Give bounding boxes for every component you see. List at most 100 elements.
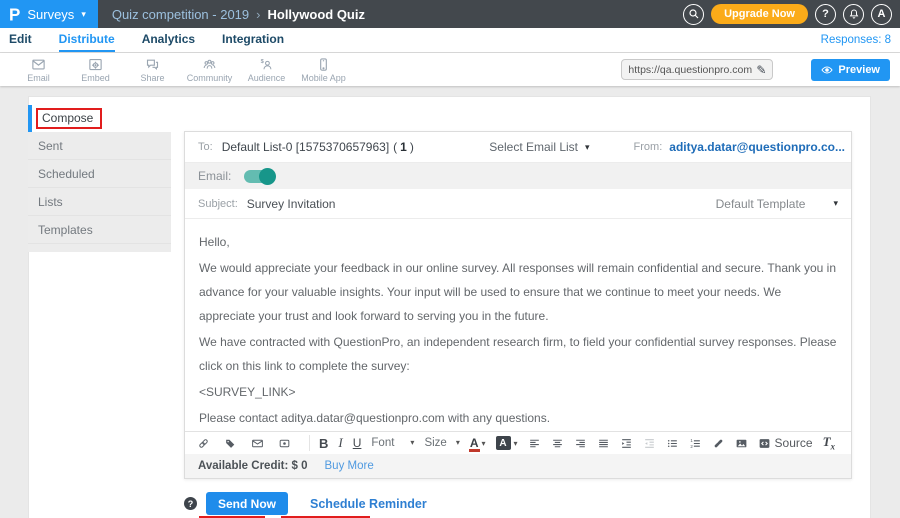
- chevron-down-icon: ▾: [585, 143, 590, 152]
- indent-increase-button[interactable]: [620, 437, 633, 450]
- numbered-list-button[interactable]: 12: [689, 437, 702, 450]
- surveys-menu-label: Surveys: [27, 7, 74, 22]
- template-dropdown[interactable]: Default Template ▾: [716, 197, 838, 211]
- merge-tag-button[interactable]: [224, 437, 237, 450]
- text-color-button[interactable]: A ▾: [470, 437, 486, 449]
- buy-more-link[interactable]: Buy More: [325, 460, 374, 472]
- share-icon: [145, 57, 160, 72]
- channel-community[interactable]: Community: [181, 57, 238, 83]
- subject-row: Subject: Survey Invitation Default Templ…: [185, 189, 851, 219]
- help-button[interactable]: ?: [815, 4, 836, 25]
- font-dropdown[interactable]: Font ▾: [371, 437, 414, 449]
- sidebar-spacer: [28, 244, 171, 252]
- sidebar-item-lists[interactable]: Lists: [28, 188, 171, 216]
- questionpro-distribute-screen: P Surveys ▾ Quiz competition - 2019 › Ho…: [0, 0, 900, 518]
- align-center-button[interactable]: [551, 437, 564, 450]
- source-code-icon: [758, 437, 771, 450]
- italic-button[interactable]: I: [338, 435, 342, 451]
- channel-share[interactable]: Share: [124, 57, 181, 83]
- breadcrumb-separator-icon: ›: [256, 7, 260, 22]
- email-envelope-icon: [31, 57, 46, 72]
- tab-analytics[interactable]: Analytics: [142, 28, 195, 52]
- color-swatch: [469, 449, 480, 452]
- source-button[interactable]: Source: [758, 436, 813, 450]
- bullet-list-button[interactable]: [666, 437, 679, 450]
- send-help-icon[interactable]: ?: [184, 497, 197, 510]
- survey-button-widget[interactable]: [278, 437, 291, 450]
- sidebar-item-templates[interactable]: Templates: [28, 216, 171, 244]
- survey-url-field[interactable]: https://qa.questionpro.com/t/APNrFZf2S ✎: [621, 59, 773, 80]
- embed-icon: [88, 57, 103, 72]
- bold-button[interactable]: B: [319, 436, 328, 451]
- avatar[interactable]: A: [871, 4, 892, 25]
- body-paragraph: We have contracted with QuestionPro, an …: [199, 330, 837, 378]
- align-right-icon: [574, 437, 587, 450]
- email-distribution-card: Compose Sent Scheduled Lists Templates T…: [28, 96, 871, 518]
- align-right-button[interactable]: [574, 437, 587, 450]
- notifications-button[interactable]: [843, 4, 864, 25]
- underline-button[interactable]: U: [353, 436, 362, 450]
- email-label: Email:: [198, 169, 231, 183]
- email-toggle[interactable]: [244, 170, 274, 183]
- tag-icon: [224, 437, 237, 450]
- insert-link-button[interactable]: [197, 437, 210, 450]
- questionpro-logo: P: [9, 5, 20, 23]
- sidebar-item-sent[interactable]: Sent: [28, 132, 171, 160]
- clear-formatting-button[interactable]: Tx: [823, 434, 835, 452]
- header-actions: Upgrade Now ? A: [683, 4, 900, 25]
- subject-field[interactable]: Survey Invitation: [247, 197, 336, 211]
- send-now-button[interactable]: Send Now: [206, 492, 288, 515]
- search-button[interactable]: [683, 4, 704, 25]
- email-body-editor[interactable]: Hello, We would appreciate your feedback…: [185, 219, 851, 431]
- body-paragraph: <SURVEY_LINK>: [199, 380, 837, 404]
- channel-audience[interactable]: $ Audience: [238, 57, 295, 83]
- survey-tab-bar: Edit Distribute Analytics Integration Re…: [0, 28, 900, 53]
- chevron-down-icon: ▾: [482, 439, 486, 448]
- channel-mobile-app[interactable]: Mobile App: [295, 57, 352, 83]
- size-dropdown[interactable]: Size ▾: [424, 437, 459, 449]
- mobile-app-icon: [316, 57, 331, 72]
- schedule-reminder-link[interactable]: Schedule Reminder: [310, 497, 427, 511]
- indent-increase-icon: [620, 437, 633, 450]
- select-email-list-dropdown[interactable]: Select Email List ▾: [489, 140, 589, 154]
- svg-text:$: $: [261, 58, 265, 64]
- insert-image-button[interactable]: [735, 437, 748, 450]
- send-actions: ? Send Now Schedule Reminder: [184, 492, 427, 515]
- align-left-icon: [528, 437, 541, 450]
- justify-button[interactable]: [597, 437, 610, 450]
- background-color-button[interactable]: A ▾: [496, 436, 518, 450]
- from-email-value[interactable]: aditya.datar@questionpro.co...: [669, 140, 845, 154]
- email-template-button[interactable]: [251, 437, 264, 450]
- sidebar-item-scheduled[interactable]: Scheduled: [28, 160, 171, 188]
- align-left-button[interactable]: [528, 437, 541, 450]
- chevron-down-icon: ▾: [456, 439, 460, 447]
- bell-icon: [848, 8, 860, 20]
- surveys-menu[interactable]: P Surveys ▾: [0, 0, 98, 28]
- to-list-value: Default List-0 [1575370657963]: [222, 140, 389, 154]
- link-oval-icon: [712, 437, 725, 450]
- chevron-down-icon: ▾: [514, 439, 518, 448]
- eye-icon: [821, 64, 833, 76]
- recipient-row: To: Default List-0 [1575370657963] ( 1 )…: [185, 132, 851, 163]
- hyperlink-button[interactable]: [712, 437, 725, 450]
- edit-url-pencil-icon[interactable]: ✎: [756, 63, 766, 77]
- body-paragraph: Hello,: [199, 230, 837, 254]
- toggle-knob: [259, 168, 276, 185]
- upgrade-now-button[interactable]: Upgrade Now: [711, 4, 808, 24]
- distribute-channel-toolbar: Email Embed Share Community $ Audience M…: [0, 53, 900, 86]
- breadcrumb-folder[interactable]: Quiz competition - 2019: [112, 7, 249, 22]
- tab-distribute[interactable]: Distribute: [59, 28, 115, 52]
- tab-integration[interactable]: Integration: [222, 28, 284, 52]
- chevron-down-icon: ▾: [833, 199, 838, 208]
- preview-button[interactable]: Preview: [811, 59, 890, 81]
- to-label: To:: [198, 141, 213, 153]
- channel-embed[interactable]: Embed: [67, 57, 124, 83]
- email-toggle-row: Email:: [185, 163, 851, 189]
- annotation-red-box: Compose: [36, 108, 102, 129]
- indent-decrease-button[interactable]: [643, 437, 656, 450]
- sidebar-item-compose[interactable]: Compose: [28, 105, 171, 132]
- community-icon: [202, 57, 217, 72]
- responses-count: Responses: 8: [821, 34, 891, 46]
- tab-edit[interactable]: Edit: [9, 28, 32, 52]
- channel-email[interactable]: Email: [10, 57, 67, 83]
